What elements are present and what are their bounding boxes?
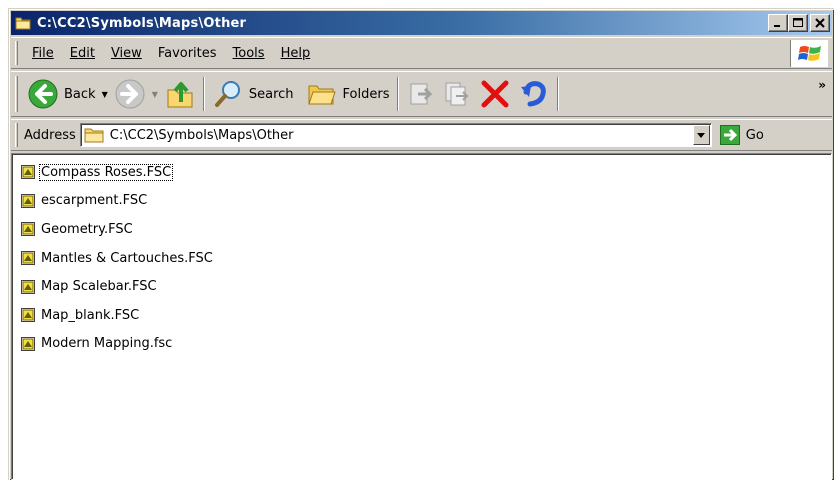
- maximize-button[interactable]: [788, 14, 808, 32]
- list-item[interactable]: Compass Roses.FSC: [12, 158, 831, 187]
- maximize-icon: [793, 18, 803, 27]
- menu-help[interactable]: Help: [273, 46, 319, 61]
- file-name: Map Scalebar.FSC: [41, 279, 157, 295]
- file-name: Map_blank.FSC: [41, 307, 140, 323]
- file-list[interactable]: Compass Roses.FSC escarpment.FSC Geometr…: [11, 153, 832, 480]
- file-name: Modern Mapping.fsc: [41, 336, 173, 352]
- list-item[interactable]: Modern Mapping.fsc: [12, 330, 831, 359]
- menu-favorites-label: Favorites: [157, 45, 217, 61]
- address-bar: Address C:\CC2\Symbols\Maps\Other Go: [11, 119, 832, 151]
- back-button[interactable]: Back ▼: [24, 74, 111, 114]
- toolbar-separator: [202, 77, 205, 111]
- file-name: Geometry.FSC: [41, 221, 133, 237]
- toolbar-grip[interactable]: [15, 76, 18, 112]
- window-title: C:\CC2\Symbols\Maps\Other: [37, 15, 247, 31]
- more-toolbar-chevron-icon[interactable]: »: [818, 78, 826, 92]
- copy-to-button[interactable]: [439, 74, 475, 114]
- move-to-icon: [410, 83, 432, 105]
- file-icon: [21, 279, 35, 294]
- toolbar-grip[interactable]: [15, 41, 18, 65]
- close-button[interactable]: [810, 14, 830, 32]
- folder-icon: [84, 128, 104, 143]
- back-arrow-icon: [28, 79, 58, 109]
- file-name: Compass Roses.FSC: [38, 163, 174, 181]
- list-item[interactable]: Map_blank.FSC: [12, 301, 831, 330]
- delete-button[interactable]: [475, 74, 515, 114]
- copy-to-icon: [445, 82, 468, 106]
- forward-dropdown-arrow-icon[interactable]: ▼: [152, 90, 158, 99]
- menu-bar: File Edit View Favorites Tools Help: [11, 37, 832, 69]
- move-to-button[interactable]: [403, 74, 439, 114]
- list-item[interactable]: Map Scalebar.FSC: [12, 272, 831, 301]
- delete-x-icon: [481, 80, 508, 108]
- undo-button[interactable]: [515, 74, 553, 114]
- go-button[interactable]: Go: [719, 125, 764, 145]
- menu-file-label: File: [32, 45, 54, 61]
- address-input[interactable]: C:\CC2\Symbols\Maps\Other: [79, 123, 712, 147]
- menu-edit-label: Edit: [69, 45, 95, 61]
- toolbar-separator: [556, 77, 559, 111]
- toolbar-separator: [396, 77, 399, 111]
- back-label: Back: [64, 86, 96, 102]
- menu-file[interactable]: File: [24, 46, 62, 61]
- forward-arrow-icon: [115, 79, 145, 109]
- up-folder-button[interactable]: [161, 74, 199, 114]
- toolbar-grip[interactable]: [15, 123, 18, 147]
- explorer-window: C:\CC2\Symbols\Maps\Other File Edit View…: [8, 8, 834, 480]
- list-item[interactable]: escarpment.FSC: [12, 187, 831, 216]
- list-item[interactable]: Geometry.FSC: [12, 215, 831, 244]
- list-item[interactable]: Mantles & Cartouches.FSC: [12, 244, 831, 273]
- file-icon: [21, 251, 35, 266]
- up-folder-icon: [167, 82, 193, 108]
- folder-icon: [15, 16, 31, 30]
- menu-view-label: View: [110, 45, 142, 61]
- file-icon: [21, 222, 35, 237]
- standard-toolbar: Back ▼ ▼ Search Folders »: [11, 71, 832, 117]
- windows-logo-icon: [790, 40, 828, 67]
- file-name: Mantles & Cartouches.FSC: [41, 250, 213, 266]
- go-arrow-icon: [719, 125, 740, 145]
- address-label: Address: [24, 127, 76, 143]
- file-icon: [21, 193, 35, 208]
- menu-view[interactable]: View: [103, 46, 150, 61]
- folders-icon: [307, 85, 336, 105]
- minimize-button[interactable]: [768, 14, 788, 32]
- address-value: C:\CC2\Symbols\Maps\Other: [109, 127, 294, 143]
- back-dropdown-arrow-icon[interactable]: ▼: [102, 90, 108, 99]
- menu-edit[interactable]: Edit: [62, 46, 103, 61]
- file-icon: [21, 165, 35, 180]
- address-dropdown-button[interactable]: [692, 125, 710, 145]
- search-label: Search: [248, 86, 294, 102]
- chevron-down-icon: [697, 132, 706, 138]
- title-bar[interactable]: C:\CC2\Symbols\Maps\Other: [11, 11, 832, 35]
- menu-tools[interactable]: Tools: [225, 46, 273, 61]
- file-icon: [21, 308, 35, 323]
- undo-icon: [520, 81, 546, 107]
- folders-button[interactable]: Folders: [303, 74, 393, 114]
- folders-label: Folders: [342, 86, 390, 102]
- close-icon: [815, 18, 825, 28]
- file-name: escarpment.FSC: [41, 193, 148, 209]
- menu-favorites[interactable]: Favorites: [150, 46, 225, 61]
- menu-help-label: Help: [280, 45, 311, 61]
- menu-tools-label: Tools: [232, 45, 265, 61]
- file-icon: [21, 336, 35, 351]
- forward-button[interactable]: ▼: [111, 74, 161, 114]
- search-button[interactable]: Search: [209, 74, 297, 114]
- go-label: Go: [745, 127, 764, 143]
- search-icon: [214, 81, 240, 107]
- minimize-icon: [774, 25, 780, 27]
